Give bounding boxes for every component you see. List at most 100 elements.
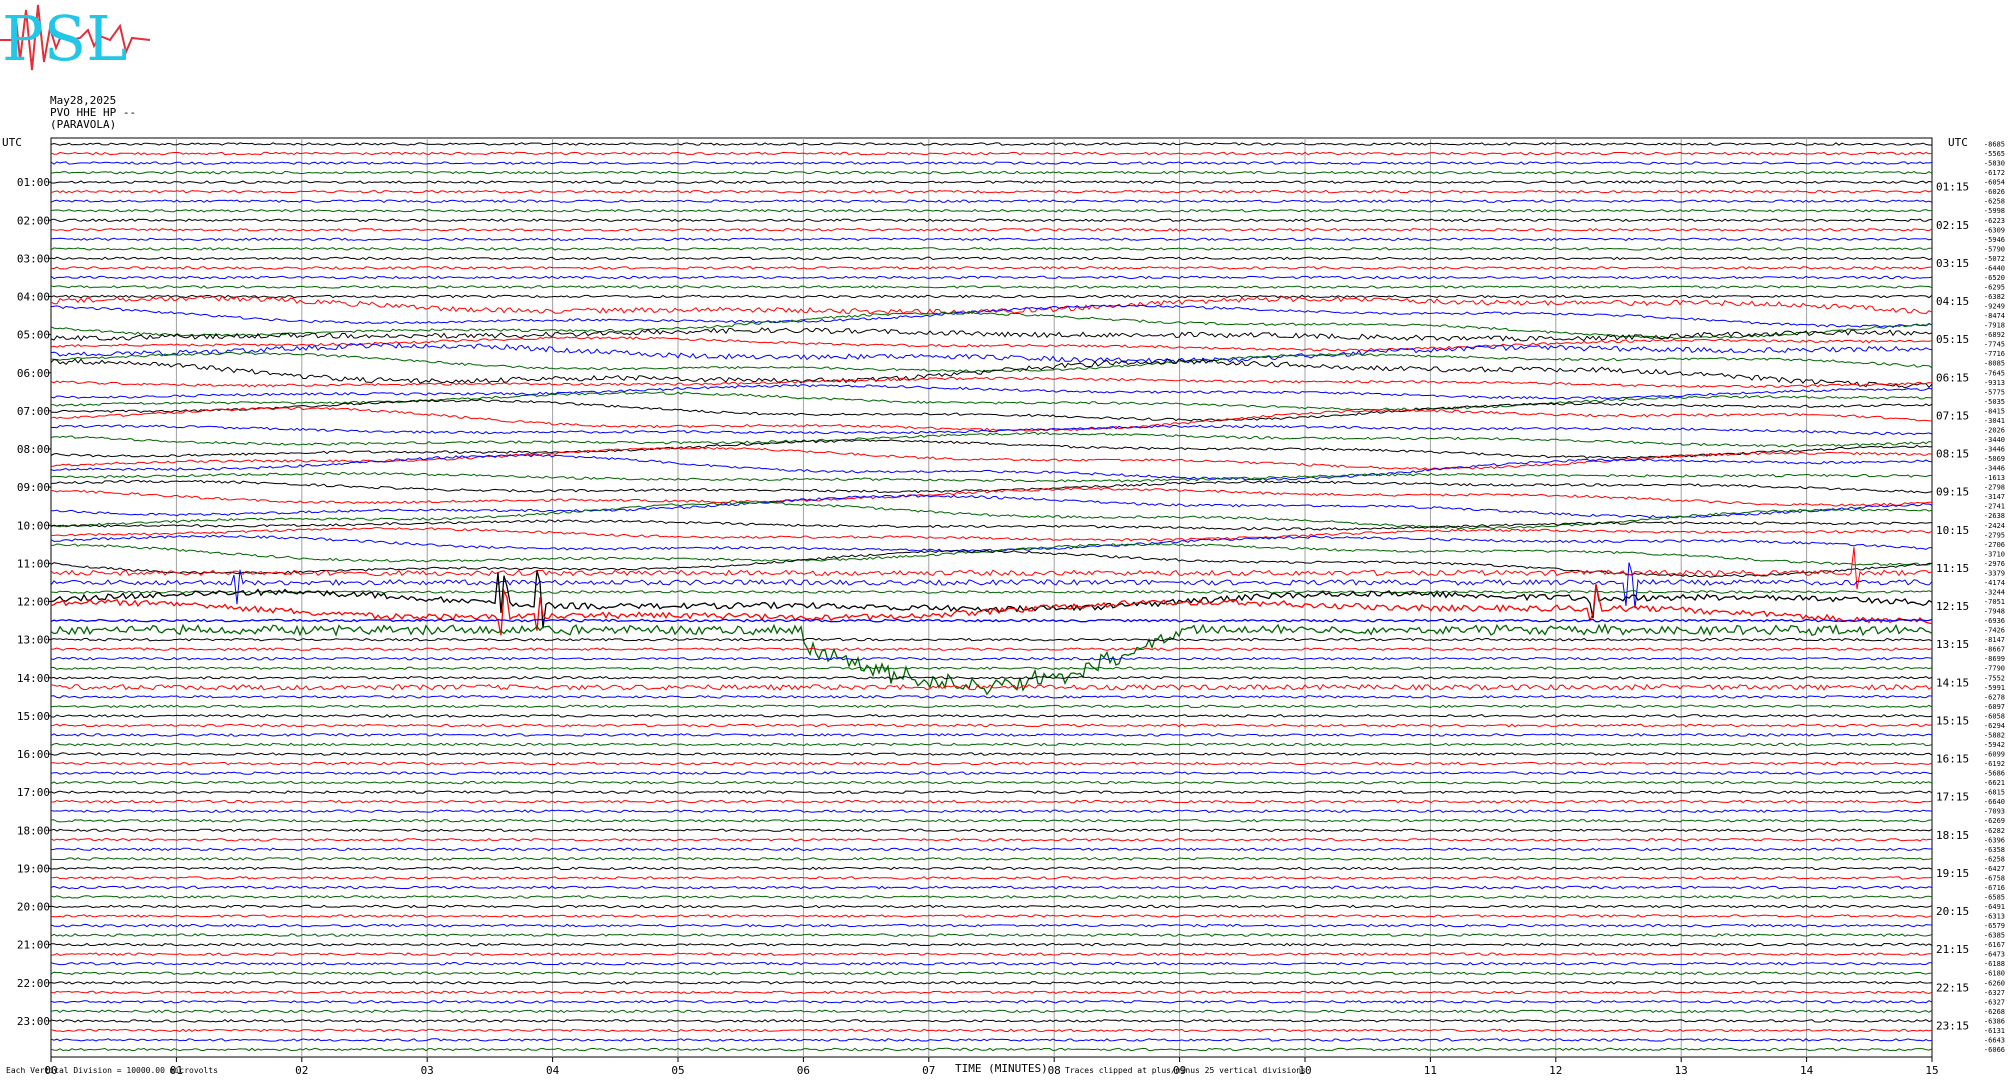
hour-label-right: 21:15	[1936, 943, 1969, 956]
trace-offset-label: -6258	[1984, 198, 2005, 206]
hour-label-left: 01:00	[17, 176, 50, 189]
trace-offset-label: -9313	[1984, 379, 2005, 387]
trace-row-12	[50, 256, 1933, 261]
x-tick-label: 06	[797, 1064, 810, 1077]
trace-offset-label: -8085	[1984, 360, 2005, 368]
hour-label-left: 19:00	[17, 862, 50, 875]
trace-offset-label: -8699	[1984, 655, 2005, 663]
trace-row-43	[50, 542, 1933, 566]
trace-offset-label: -2638	[1984, 512, 2005, 520]
helicorder-plot: 00 01 02 03 04 05 06 07 08 09 10 11 12 13 14 15UTC UTC -8…	[2, 136, 2005, 1077]
hour-label-right: 10:15	[1936, 524, 1969, 537]
trace-row-73	[50, 838, 1933, 842]
trace-row-85	[50, 952, 1933, 956]
x-tick-label: 03	[421, 1064, 434, 1077]
trace-offset-label: -3147	[1984, 493, 2005, 501]
x-tick-label: 02	[295, 1064, 308, 1077]
x-tick-label: 15	[1925, 1064, 1938, 1077]
trace-offset-label: -6188	[1984, 960, 2005, 968]
hour-label-right: 15:15	[1936, 714, 1969, 727]
hour-label-left: 10:00	[17, 519, 50, 532]
trace-row-70	[50, 809, 1933, 814]
hour-label-left: 06:00	[17, 367, 50, 380]
hour-label-left: 11:00	[17, 557, 50, 570]
trace-offset-label: -6327	[1984, 998, 2005, 1006]
trace-offset-label: -6099	[1984, 751, 2005, 759]
hour-label-right: 03:15	[1936, 257, 1969, 270]
trace-offset-label: -6758	[1984, 874, 2005, 882]
trace-offset-label: -6097	[1984, 703, 2005, 711]
trace-offset-label: -5942	[1984, 741, 2005, 749]
x-tick-label: 13	[1675, 1064, 1688, 1077]
trace-row-27	[50, 391, 1933, 411]
clip-note: Traces clipped at plus/minus 25 vertical…	[1065, 1066, 1306, 1075]
trace-row-10	[50, 237, 1933, 242]
x-tick-label: 12	[1549, 1064, 1562, 1077]
trace-offset-label: -3710	[1984, 550, 2005, 558]
trace-row-45	[50, 546, 1933, 590]
hour-label-right: 19:15	[1936, 867, 1969, 880]
trace-row-69	[51, 799, 1933, 804]
hour-label-left: 09:00	[17, 481, 50, 494]
hour-label-right: 17:15	[1936, 791, 1969, 804]
hour-label-left: 17:00	[17, 786, 50, 799]
trace-row-72	[50, 828, 1933, 833]
trace-offset-label: -6131	[1984, 1027, 2005, 1035]
trace-row-55	[50, 666, 1933, 670]
hour-label-right: 11:15	[1936, 562, 1969, 575]
trace-offset-label: -6358	[1984, 846, 2005, 854]
trace-offset-label: -5882	[1984, 731, 2005, 739]
trace-offset-label: -6282	[1984, 827, 2005, 835]
trace-offset-label: -5830	[1984, 160, 2005, 168]
trace-offset-label: -5998	[1984, 207, 2005, 215]
hour-label-right: 06:15	[1936, 371, 1969, 384]
hour-label-left: 13:00	[17, 634, 50, 647]
trace-row-53	[51, 647, 1933, 651]
trace-offset-label: -8147	[1984, 636, 2005, 644]
hour-label-left: 16:00	[17, 748, 50, 761]
trace-row-63	[50, 742, 1933, 747]
trace-row-2	[50, 161, 1933, 165]
trace-row-41	[50, 527, 1933, 542]
trace-offset-label: -6585	[1984, 893, 2005, 901]
trace-offset-label: -2795	[1984, 531, 2005, 539]
left-utc-label: UTC	[2, 136, 22, 149]
trace-row-58	[50, 695, 1933, 699]
trace-row-89	[50, 990, 1933, 995]
trace-offset-label: -3244	[1984, 588, 2005, 596]
trace-offset-label: -9249	[1984, 303, 2005, 311]
trace-offset-label: -2706	[1984, 541, 2005, 549]
trace-offset-label: -2976	[1984, 560, 2005, 568]
trace-offset-label: -2741	[1984, 503, 2005, 511]
trace-offset-label: -6066	[1984, 1046, 2005, 1054]
x-tick-label: 07	[922, 1064, 935, 1077]
trace-offset-label: -6640	[1984, 798, 2005, 806]
trace-offset-label: -6054	[1984, 179, 2005, 187]
trace-row-48	[50, 570, 1933, 629]
x-tick-label: 08	[1048, 1064, 1061, 1077]
trace-offset-label: -5790	[1984, 245, 2005, 253]
hour-label-left: 14:00	[17, 672, 50, 685]
trace-row-1	[50, 151, 1933, 156]
hour-label-left: 07:00	[17, 405, 50, 418]
trace-offset-label: -6268	[1984, 1008, 2005, 1016]
trace-offset-label: -6621	[1984, 779, 2005, 787]
hour-label-left: 03:00	[17, 252, 50, 265]
trace-offset-label: -6269	[1984, 817, 2005, 825]
trace-offset-label: -7918	[1984, 322, 2005, 330]
trace-offset-label: -1613	[1984, 474, 2005, 482]
trace-row-68	[50, 790, 1933, 794]
trace-row-90	[50, 1000, 1933, 1004]
hour-label-right: 02:15	[1936, 219, 1969, 232]
x-tick-label: 14	[1800, 1064, 1814, 1077]
trace-offset-label: -5069	[1984, 455, 2005, 463]
trace-row-33	[50, 446, 1933, 471]
trace-offset-label: -6936	[1984, 617, 2005, 625]
hour-label-right: 07:15	[1936, 409, 1969, 422]
trace-offset-label: -8474	[1984, 312, 2005, 320]
seismic-traces	[50, 142, 1933, 1052]
trace-row-66	[50, 771, 1933, 775]
trace-row-4	[50, 180, 1933, 184]
trace-offset-label: -5565	[1984, 150, 2005, 158]
trace-offset-label: -6180	[1984, 970, 2005, 978]
